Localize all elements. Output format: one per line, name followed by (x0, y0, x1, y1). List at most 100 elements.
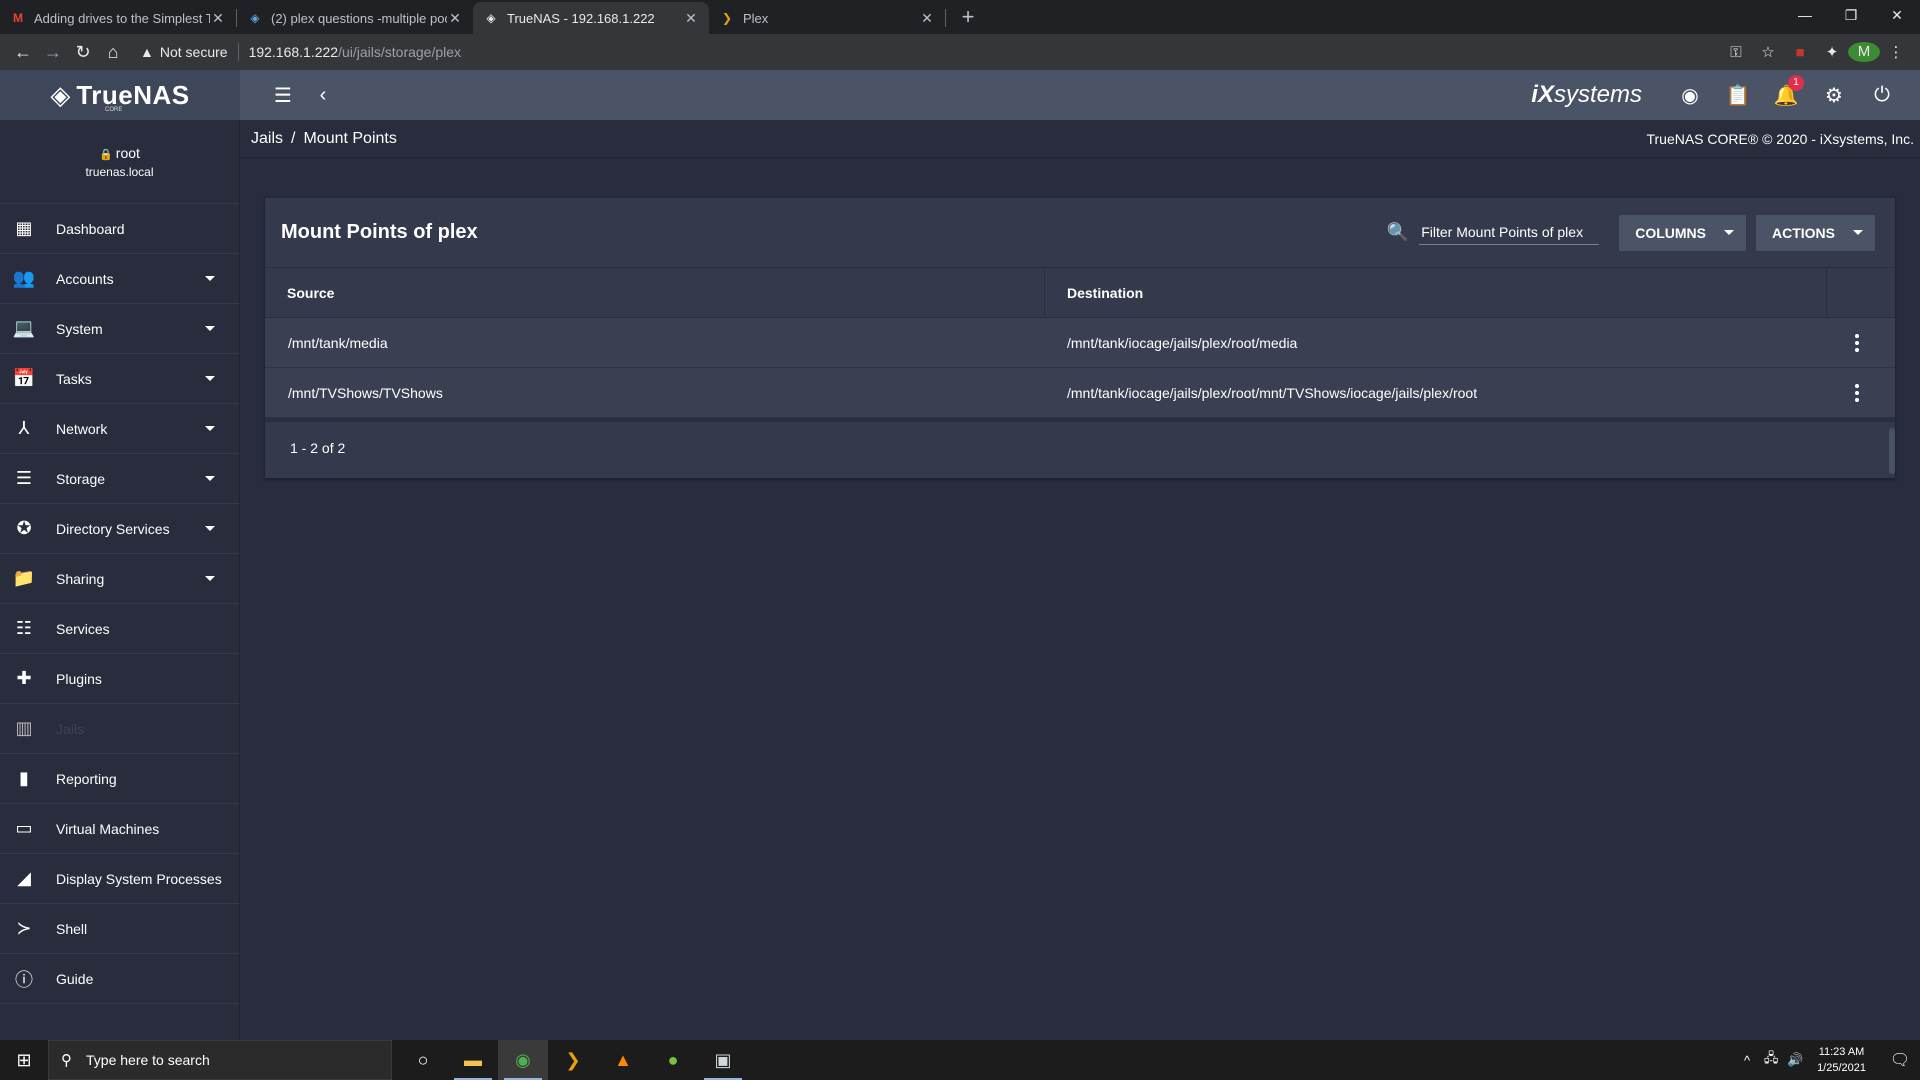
remote-app-icon[interactable]: ▣ (698, 1040, 748, 1080)
clock-date: 1/25/2021 (1817, 1062, 1866, 1074)
window-controls: — ❐ ✕ (1782, 0, 1920, 32)
security-label[interactable]: Not secure (160, 44, 228, 60)
app-header: ◈ TrueNAS CORE ☰ ‹ iXsystems ◉ 📋 🔔 1 ⚙ ⏻ (0, 70, 1920, 120)
chevron-down-icon (205, 426, 215, 431)
sidebar-item-guide[interactable]: ⓘ Guide (0, 954, 239, 1004)
windows-taskbar: ⊞ ⚲ Type here to search ○ ▬ ◉ ❯ ▲ ● ▣ ^ … (0, 1040, 1920, 1080)
cortana-icon[interactable]: ○ (398, 1040, 448, 1080)
sidebar-item-network[interactable]: ⅄ Network (0, 404, 239, 454)
sidebar-item-shell[interactable]: ≻ Shell (0, 904, 239, 954)
actions-label: ACTIONS (1772, 224, 1835, 241)
calendar-icon: 📅 (12, 368, 36, 388)
table-row[interactable]: /mnt/TVShows/TVShows /mnt/tank/iocage/ja… (265, 368, 1895, 418)
reload-icon[interactable]: ↻ (68, 37, 98, 67)
close-tab-icon[interactable]: ✕ (683, 10, 699, 27)
table-row[interactable]: /mnt/tank/media /mnt/tank/iocage/jails/p… (265, 318, 1895, 368)
sidebar-item-storage[interactable]: ☰ Storage (0, 454, 239, 504)
actions-button[interactable]: ACTIONS (1756, 214, 1875, 251)
sidebar-item-plugins[interactable]: ✚ Plugins (0, 654, 239, 704)
chevron-up-icon[interactable]: ^ (1735, 1053, 1759, 1068)
forward-icon[interactable]: → (38, 37, 68, 67)
cell-destination: /mnt/tank/iocage/jails/plex/root/mnt/TVS… (1067, 384, 1478, 401)
file-explorer-icon[interactable]: ▬ (448, 1040, 498, 1080)
hamburger-menu-icon[interactable]: ☰ (263, 75, 303, 115)
browser-tab-1[interactable]: ◈ (2) plex questions -multiple pools ✕ (237, 2, 473, 34)
taskbar-search[interactable]: ⚲ Type here to search (48, 1040, 392, 1080)
browser-tab-0[interactable]: M Adding drives to the Simplest TrueNAS … (0, 2, 236, 34)
sidebar-item-directory-services[interactable]: ✪ Directory Services (0, 504, 239, 554)
url-host[interactable]: 192.168.1.222 (249, 44, 339, 60)
sidebar-item-system[interactable]: 💻 System (0, 304, 239, 354)
ublock-icon[interactable]: ■ (1784, 44, 1816, 61)
plex-taskbar-icon[interactable]: ❯ (548, 1040, 598, 1080)
restore-icon[interactable]: ❐ (1828, 0, 1874, 32)
profile-slot: M (1848, 42, 1880, 62)
profile-avatar[interactable]: M (1848, 42, 1880, 62)
chevron-down-icon (205, 376, 215, 381)
filter-box: 🔍 (1387, 220, 1600, 245)
clipboard-icon[interactable]: 📋 (1714, 83, 1762, 108)
collapse-sidebar-icon[interactable]: ‹ (303, 75, 343, 115)
sidebar-item-accounts[interactable]: 👥 Accounts (0, 254, 239, 304)
sidebar: 🔒 root truenas.local ▦ Dashboard 👥 Accounts… (0, 120, 240, 1040)
truenas-logo[interactable]: ◈ TrueNAS CORE (0, 70, 240, 120)
back-icon[interactable]: ← (8, 37, 38, 67)
chevron-down-icon (205, 576, 215, 581)
browser-tab-strip: M Adding drives to the Simplest TrueNAS … (0, 0, 1920, 34)
breadcrumb-jails[interactable]: Jails (251, 130, 283, 148)
address-bar[interactable]: ▲ Not secure 192.168.1.222 /ui/jails/sto… (136, 38, 1720, 66)
notification-center-icon[interactable]: 🗨 (1880, 1050, 1920, 1070)
new-tab-button[interactable]: + (954, 4, 982, 32)
browser-tab-3[interactable]: ❯ Plex ✕ (709, 2, 945, 34)
sidebar-item-sharing[interactable]: 📁 Sharing (0, 554, 239, 604)
scrollbar[interactable] (1889, 428, 1895, 474)
monitor-icon: ▭ (15, 818, 33, 838)
jail-icon: ▥ (15, 718, 33, 738)
username-line: 🔒 root (99, 145, 140, 161)
browser-tab-2[interactable]: ◈ TrueNAS - 192.168.1.222 ✕ (473, 2, 709, 34)
volume-icon[interactable]: 🔊 (1783, 1052, 1807, 1068)
url-path[interactable]: /ui/jails/storage/plex (338, 44, 461, 60)
sidebar-item-dashboard[interactable]: ▦ Dashboard (0, 204, 239, 254)
row-menu-icon[interactable] (1827, 382, 1887, 403)
sidebar-item-reporting[interactable]: ▮ Reporting (0, 754, 239, 804)
sidebar-item-display-system-processes[interactable]: ◢ Display System Processes (0, 854, 239, 904)
ixsystems-logo[interactable]: iXsystems (1531, 81, 1642, 109)
power-icon[interactable]: ⏻ (1858, 84, 1906, 107)
columns-button[interactable]: COLUMNS (1619, 214, 1746, 251)
close-tab-icon[interactable]: ✕ (919, 10, 935, 27)
sidebar-item-services[interactable]: ☷ Services (0, 604, 239, 654)
home-icon[interactable]: ⌂ (98, 37, 128, 67)
row-menu-icon[interactable] (1827, 332, 1887, 353)
bell-icon[interactable]: 🔔 1 (1762, 74, 1810, 108)
clock[interactable]: 11:23 AM 1/25/2021 (1817, 1044, 1866, 1076)
minimize-icon[interactable]: — (1782, 0, 1828, 32)
network-tray-icon[interactable]: 🖧 (1759, 1049, 1783, 1071)
omnibox-divider (237, 43, 239, 61)
key-icon[interactable]: ⚿ (1720, 44, 1752, 61)
vlc-icon[interactable]: ▲ (598, 1040, 648, 1080)
warning-icon[interactable]: ▲ (140, 44, 154, 60)
sidebar-item-jails[interactable]: ▥ Jails (0, 704, 239, 754)
breadcrumb: Jails / Mount Points TrueNAS CORE® © 202… (240, 120, 1920, 158)
browser-tab-title: Plex (743, 10, 769, 26)
gear-icon[interactable]: ⚙ (1810, 83, 1858, 108)
storage-icon: ☰ (15, 468, 33, 488)
menu-dots-icon[interactable]: ⋮ (1880, 43, 1912, 61)
extensions-icon[interactable]: ✦ (1816, 43, 1848, 61)
column-header-source[interactable]: Source (265, 268, 1045, 317)
windows-start-icon[interactable]: ⊞ (0, 1040, 48, 1080)
sidebar-item-virtual-machines[interactable]: ▭ Virtual Machines (0, 804, 239, 854)
star-icon[interactable]: ☆ (1752, 43, 1784, 61)
android-app-icon[interactable]: ● (648, 1040, 698, 1080)
sidebar-item-tasks[interactable]: 📅 Tasks (0, 354, 239, 404)
chevron-down-icon (205, 326, 215, 331)
truecommand-icon[interactable]: ◉ (1666, 83, 1714, 108)
column-header-destination[interactable]: Destination (1045, 268, 1827, 317)
close-tab-icon[interactable]: ✕ (447, 10, 463, 27)
sliders-icon: ☷ (15, 618, 33, 638)
chrome-icon[interactable]: ◉ (498, 1040, 548, 1080)
filter-input[interactable] (1419, 220, 1600, 245)
close-window-icon[interactable]: ✕ (1874, 0, 1920, 32)
close-tab-icon[interactable]: ✕ (210, 10, 226, 27)
